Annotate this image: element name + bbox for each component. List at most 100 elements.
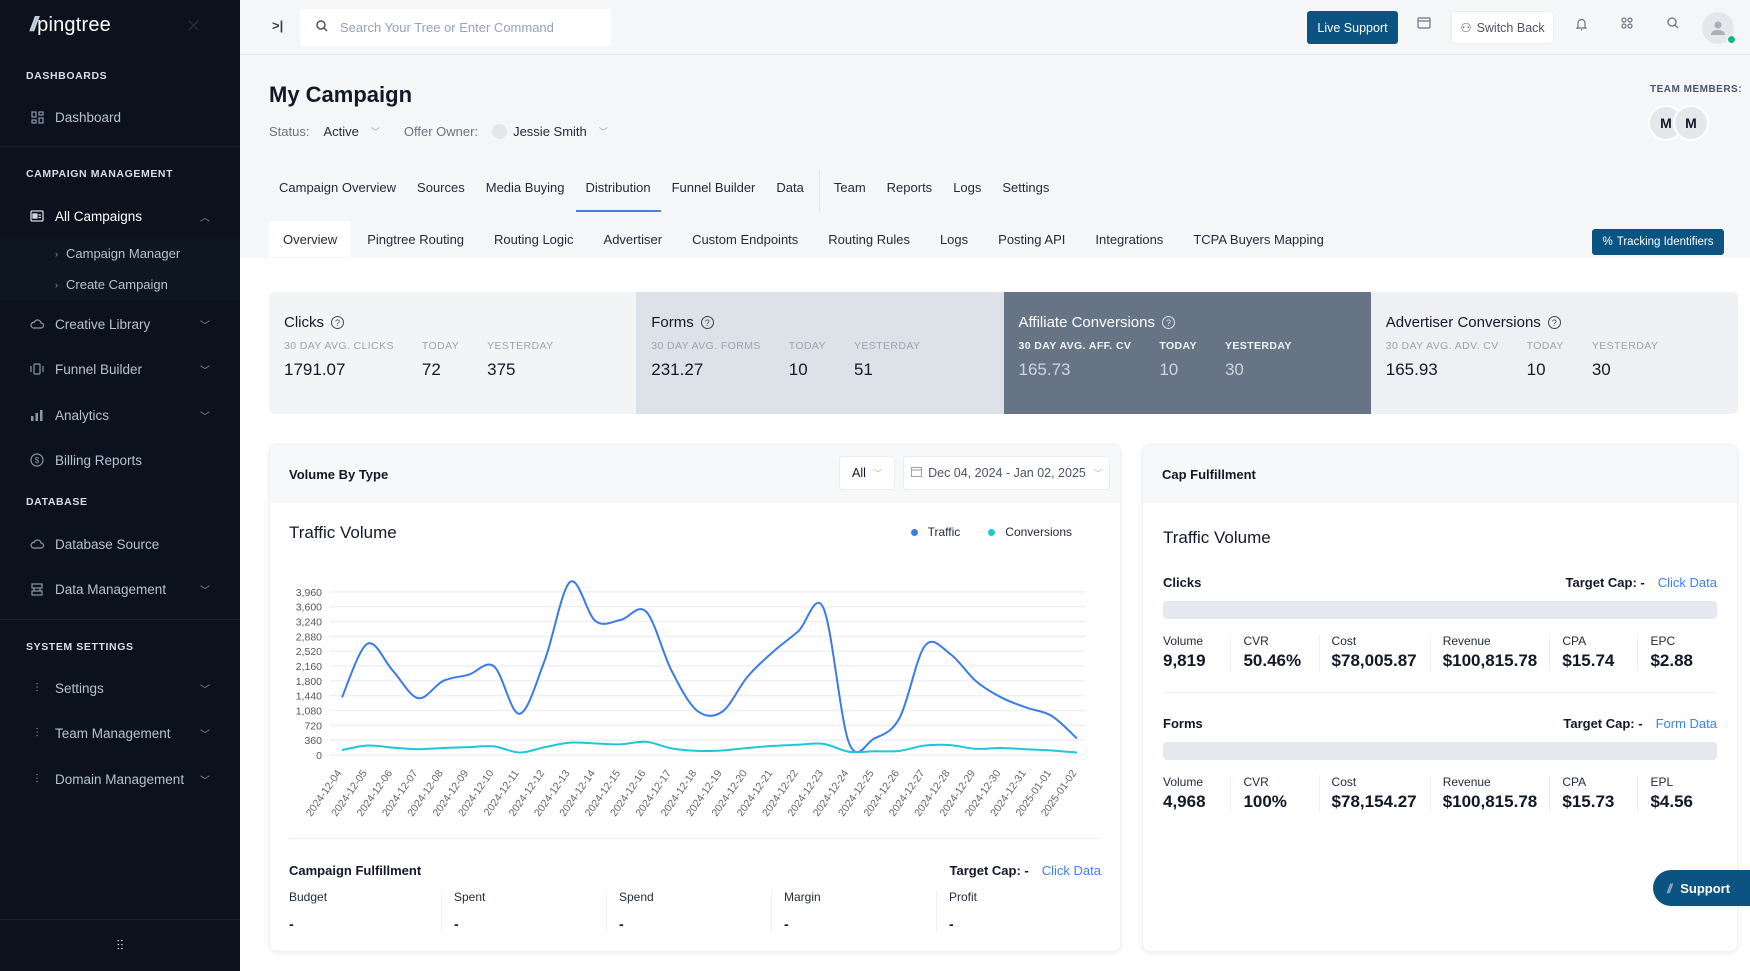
type-filter-select[interactable]: All ﹀: [839, 456, 895, 490]
sidebar-settings-toggle[interactable]: ⫶⫶: [0, 919, 240, 971]
close-sidebar-icon[interactable]: ✕: [186, 16, 201, 37]
target-cap-label: Target Cap: -: [1565, 575, 1645, 590]
y-tick-label: 2,880: [296, 631, 322, 643]
chevron-right-icon: ›: [55, 279, 58, 290]
y-tick-label: 720: [304, 720, 322, 732]
subtab-pingtree-routing[interactable]: Pingtree Routing: [353, 221, 478, 257]
help-icon[interactable]: ?: [1161, 316, 1175, 329]
tab-settings[interactable]: Settings: [1002, 180, 1049, 212]
tab-funnel-builder[interactable]: Funnel Builder: [672, 180, 756, 212]
tab-sources[interactable]: Sources: [417, 180, 465, 212]
sidebar-subitem-create-campaign[interactable]: › Create Campaign: [0, 269, 240, 300]
chevron-down-icon[interactable]: ﹀: [599, 125, 608, 138]
chevron-down-icon[interactable]: ﹀: [200, 408, 210, 423]
click-data-link[interactable]: Click Data: [1658, 575, 1717, 590]
expand-sidebar-icon[interactable]: >|: [272, 18, 283, 33]
metric-label: Budget: [289, 890, 328, 904]
sidebar-item-analytics[interactable]: Analytics ﹀: [0, 395, 240, 435]
chevron-down-icon[interactable]: ﹀: [200, 317, 210, 332]
metric-label: Cost: [1331, 775, 1357, 789]
pingtree-logo[interactable]: //pingtree: [30, 14, 111, 37]
tab-data[interactable]: Data: [776, 180, 803, 212]
sidebar-item-creative-library[interactable]: Creative Library ﹀: [0, 304, 240, 344]
window-icon[interactable]: [1417, 17, 1431, 32]
tab-logs[interactable]: Logs: [953, 180, 981, 212]
user-avatar[interactable]: [1702, 12, 1736, 44]
subtab-custom-endpoints[interactable]: Custom Endpoints: [678, 221, 812, 257]
grid-icon: [30, 110, 44, 124]
sidebar-heading-dashboards: DASHBOARDS: [26, 70, 108, 82]
stat-label: 30 DAY AVG. FORMS: [651, 340, 761, 352]
y-tick-label: 1,440: [296, 691, 322, 703]
form-data-link[interactable]: Form Data: [1656, 716, 1717, 731]
stat-label: 30 DAY AVG. ADV. CV: [1385, 340, 1499, 352]
stat-label: YESTERDAY: [853, 340, 921, 352]
tab-media-buying[interactable]: Media Buying: [486, 180, 565, 212]
click-data-link[interactable]: Click Data: [1042, 863, 1101, 878]
sidebar-item-funnel-builder[interactable]: Funnel Builder ﹀: [0, 349, 240, 389]
metric-label: Volume: [1163, 634, 1204, 648]
tab-distribution[interactable]: Distribution: [575, 180, 661, 212]
subtab-overview[interactable]: Overview: [269, 221, 352, 257]
subtab-routing-rules[interactable]: Routing Rules: [814, 221, 924, 257]
metric-value: 4,968: [1163, 792, 1206, 811]
sidebar-item-domain-management[interactable]: ⫶ Domain Management ﹀: [0, 759, 240, 799]
live-support-button[interactable]: Live Support: [1307, 11, 1398, 44]
search-input[interactable]: [340, 20, 600, 35]
chevron-down-icon[interactable]: ﹀: [371, 125, 380, 138]
search-box[interactable]: [300, 9, 611, 46]
subtab-routing-logic[interactable]: Routing Logic: [480, 221, 588, 257]
apps-grid-icon[interactable]: [1621, 17, 1633, 32]
help-icon[interactable]: ?: [1547, 316, 1561, 329]
subtab-integrations[interactable]: Integrations: [1081, 221, 1177, 257]
sidebar-item-team-management[interactable]: ⫶ Team Management ﹀: [0, 713, 240, 753]
search-icon: [316, 20, 328, 35]
tab-reports[interactable]: Reports: [887, 180, 933, 212]
sidebar-subitem-campaign-manager[interactable]: › Campaign Manager: [0, 238, 240, 269]
sidebar-item-billing-reports[interactable]: $ Billing Reports: [0, 440, 240, 480]
switch-back-button[interactable]: ⚇ Switch Back: [1451, 11, 1554, 44]
subtab-logs[interactable]: Logs: [926, 221, 982, 257]
bar-chart-icon: [30, 408, 44, 422]
sidebar-item-data-management[interactable]: Data Management ﹀: [0, 569, 240, 609]
tracking-identifiers-button[interactable]: % Tracking Identifiers: [1592, 229, 1724, 255]
chevron-up-icon[interactable]: ︿: [200, 209, 210, 224]
support-button[interactable]: //Support: [1653, 870, 1750, 906]
chevron-down-icon[interactable]: ﹀: [200, 772, 210, 787]
tab-campaign-overview[interactable]: Campaign Overview: [279, 180, 396, 212]
sidebar-item-settings[interactable]: ⫶ Settings ﹀: [0, 668, 240, 708]
metric-value: $78,005.87: [1331, 651, 1417, 670]
search-icon[interactable]: [1667, 17, 1679, 32]
cap-section-clicks: Clicks Target Cap: - Click Data Volume 9,8…: [1163, 575, 1717, 671]
legend-item-conversions[interactable]: Conversions: [988, 525, 1072, 539]
traffic-volume-chart: 0 360 720 1,080 1,440 1,800 2,160 2,520 2,880 3,2…: [296, 580, 1085, 819]
help-icon[interactable]: ?: [700, 316, 714, 329]
bell-icon[interactable]: [1575, 17, 1588, 34]
chevron-down-icon[interactable]: ﹀: [200, 726, 210, 741]
metric-label: CVR: [1243, 775, 1269, 789]
chevron-down-icon[interactable]: ﹀: [200, 582, 210, 597]
legend-item-traffic[interactable]: Traffic: [910, 525, 960, 539]
status-dropdown[interactable]: Active: [323, 124, 358, 139]
sidebar-item-database-source[interactable]: Database Source: [0, 524, 240, 564]
stat-value: 10: [788, 360, 808, 379]
help-icon[interactable]: ?: [331, 316, 344, 329]
stats-summary: Clicks? 30 DAY AVG. CLICKS 1791.07 TODAY 7…: [269, 292, 1738, 414]
tab-divider: [818, 170, 820, 212]
chevron-down-icon[interactable]: ﹀: [200, 362, 210, 377]
sidebar-divider: [0, 619, 240, 620]
subtab-advertiser[interactable]: Advertiser: [590, 221, 677, 257]
subtab-posting-api[interactable]: Posting API: [984, 221, 1079, 257]
team-member-avatar[interactable]: M: [1673, 105, 1709, 141]
metric-budget: Budget -: [289, 890, 442, 932]
sidebar-item-dashboard[interactable]: Dashboard: [0, 97, 240, 137]
y-tick-label: 0: [316, 750, 322, 762]
chart-legend: Traffic Conversions: [883, 525, 1072, 539]
sidebar-item-all-campaigns[interactable]: All Campaigns ︿: [0, 196, 240, 236]
subtab-tcpa-buyers-mapping[interactable]: TCPA Buyers Mapping: [1179, 221, 1338, 257]
chevron-down-icon[interactable]: ﹀: [200, 681, 210, 696]
tab-team[interactable]: Team: [834, 180, 866, 212]
legend-dot: [910, 528, 918, 536]
owner-dropdown[interactable]: Jessie Smith: [513, 124, 587, 139]
date-range-picker[interactable]: Dec 04, 2024 - Jan 02, 2025 ﹀: [903, 456, 1110, 490]
